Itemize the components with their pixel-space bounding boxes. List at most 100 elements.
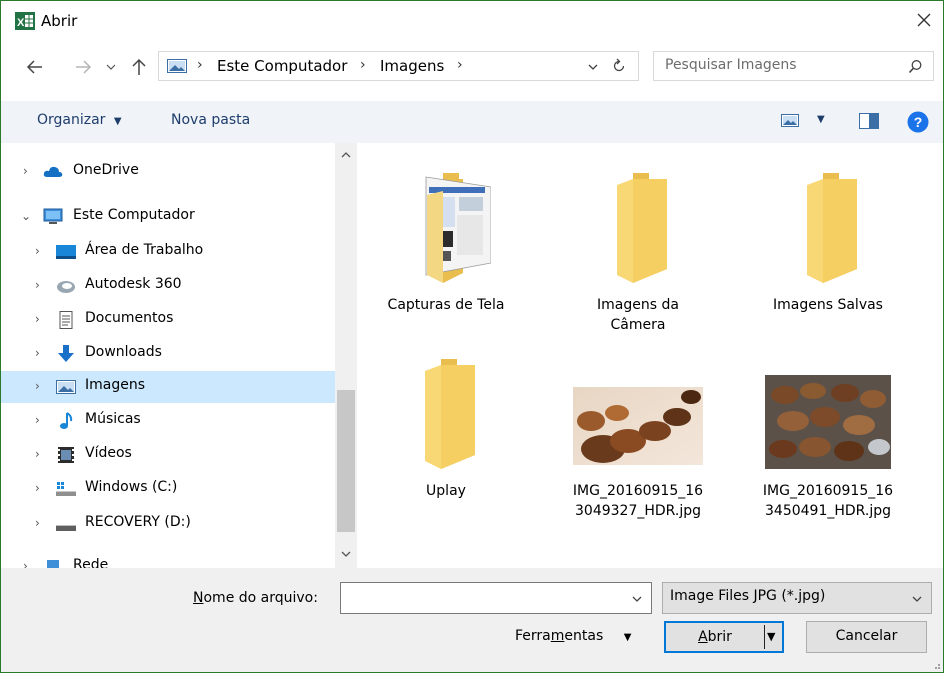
expand-chevron-icon[interactable]: › (35, 481, 47, 495)
item-name-line: IMG_20160915_16 (572, 483, 704, 499)
folder-item[interactable]: Imagens da Câmera (563, 165, 713, 335)
folder-item[interactable]: Uplay (371, 351, 521, 501)
collapse-chevron-icon[interactable]: ⌄ (21, 209, 33, 223)
music-icon (60, 412, 73, 429)
excel-icon: X (15, 12, 35, 30)
new-folder-button[interactable]: Nova pasta (171, 112, 250, 128)
expand-chevron-icon[interactable]: › (23, 559, 35, 568)
scrollbar-thumb[interactable] (337, 390, 355, 532)
tree-label: RECOVERY (D:) (85, 514, 191, 530)
folder-icon (807, 173, 857, 283)
dropdown-arrow-icon: ▼ (113, 116, 122, 127)
item-name-line: 3450491_HDR.jpg (765, 503, 891, 519)
nav-pane-scrollbar[interactable] (335, 143, 357, 568)
recent-chevron-icon[interactable] (105, 57, 117, 77)
breadcrumb-separator: › (457, 57, 463, 73)
tree-label: OneDrive (73, 162, 139, 178)
folder-item[interactable]: Imagens Salvas (753, 165, 903, 315)
view-dropdown-icon[interactable]: ▼ (817, 114, 825, 125)
svg-text:X: X (17, 17, 25, 29)
tree-item-recovery-d[interactable]: › RECOVERY (D:) (1, 508, 335, 540)
tree-label: Área de Trabalho (85, 242, 204, 258)
tree-item-imagens[interactable]: › Imagens (1, 371, 335, 403)
item-name: Imagens Salvas (773, 297, 883, 313)
image-file-item[interactable]: IMG_20160915_16 3450491_HDR.jpg (753, 351, 903, 521)
file-type-select[interactable]: Image Files JPG (*.jpg) (662, 582, 932, 614)
close-icon[interactable] (913, 9, 935, 31)
item-name: IMG_20160915_16 3049327_HDR.jpg (563, 481, 713, 521)
expand-chevron-icon[interactable]: › (35, 346, 47, 360)
tree-item-downloads[interactable]: › Downloads (1, 338, 335, 370)
organize-button[interactable]: Organizar ▼ (37, 112, 122, 128)
scroll-up-icon[interactable] (341, 151, 351, 159)
tree-label: Autodesk 360 (85, 276, 182, 292)
tree-item-videos[interactable]: › Vídeos (1, 439, 335, 471)
cloud-icon (43, 166, 63, 177)
drive-icon (56, 525, 76, 531)
tree-item-este-computador[interactable]: ⌄ Este Computador (1, 201, 335, 233)
svg-text:?: ? (914, 114, 923, 130)
window-title: Abrir (41, 12, 78, 30)
folder-item[interactable]: Capturas de Tela (371, 165, 521, 315)
title-bar: X Abrir (1, 1, 943, 41)
item-name-line: IMG_20160915_16 (762, 483, 894, 499)
tree-item-documentos[interactable]: › Documentos (1, 304, 335, 336)
expand-chevron-icon[interactable]: › (35, 379, 47, 393)
search-icon[interactable] (908, 59, 923, 74)
preview-pane-icon[interactable] (859, 113, 879, 129)
cancel-button[interactable]: Cancelar (806, 621, 927, 653)
tools-button[interactable]: Ferramentas ▼ (515, 628, 631, 644)
refresh-icon[interactable] (611, 58, 627, 74)
view-options-icon[interactable] (781, 114, 801, 128)
tree-item-rede[interactable]: › Rede (1, 551, 335, 568)
computer-icon (43, 208, 63, 224)
item-name: IMG_20160915_16 3450491_HDR.jpg (753, 481, 903, 521)
back-arrow-icon[interactable] (25, 57, 45, 77)
search-placeholder: Pesquisar Imagens (665, 57, 797, 73)
forward-arrow-icon[interactable] (73, 57, 93, 77)
expand-chevron-icon[interactable]: › (23, 164, 35, 178)
file-list: Capturas de Tela Imagens da Câmera Imagen… (359, 143, 943, 568)
item-name: Capturas de Tela (387, 297, 505, 313)
organize-label: Organizar (37, 112, 106, 128)
help-icon[interactable]: ? (907, 111, 929, 133)
expand-chevron-icon[interactable]: › (35, 447, 47, 461)
image-file-item[interactable]: IMG_20160915_16 3049327_HDR.jpg (563, 351, 713, 521)
tree-label: Vídeos (85, 445, 132, 461)
expand-chevron-icon[interactable]: › (35, 244, 47, 258)
tree-label: Músicas (85, 411, 141, 427)
tree-item-onedrive[interactable]: › OneDrive (1, 156, 335, 188)
up-arrow-icon[interactable] (129, 57, 149, 77)
desktop-icon (56, 245, 76, 259)
image-thumbnail (765, 375, 891, 469)
scroll-down-icon[interactable] (341, 550, 351, 558)
network-icon (47, 560, 59, 568)
video-icon (58, 447, 74, 463)
tree-item-musicas[interactable]: › Músicas (1, 405, 335, 437)
expand-chevron-icon[interactable]: › (35, 516, 47, 530)
tree-label: Windows (C:) (85, 479, 178, 495)
expand-chevron-icon[interactable]: › (35, 312, 47, 326)
chevron-down-icon[interactable] (587, 61, 599, 73)
expand-chevron-icon[interactable]: › (35, 413, 47, 427)
filename-input[interactable] (340, 582, 652, 614)
breadcrumb-imagens[interactable]: Imagens (380, 57, 444, 75)
tree-item-area-de-trabalho[interactable]: › Área de Trabalho (1, 236, 335, 268)
image-thumbnail (573, 387, 703, 465)
chevron-down-icon[interactable] (631, 594, 643, 604)
chevron-down-icon[interactable] (911, 594, 923, 604)
tree-item-windows-c[interactable]: › Windows (C:) (1, 473, 335, 505)
breadcrumb-este-computador[interactable]: Este Computador (217, 57, 347, 75)
drive-icon (56, 482, 76, 496)
open-dropdown-icon[interactable]: ▼ (767, 623, 775, 651)
expand-chevron-icon[interactable]: › (35, 278, 47, 292)
address-bar[interactable]: › Este Computador › Imagens › (158, 51, 639, 81)
navigation-pane: › OneDrive ⌄ Este Computador › Área de T… (1, 143, 357, 568)
open-button[interactable]: Abrir ▼ (664, 621, 784, 653)
tree-item-autodesk-360[interactable]: › Autodesk 360 (1, 270, 335, 302)
tree-label: Imagens (85, 377, 146, 393)
search-box[interactable]: Pesquisar Imagens (653, 51, 934, 81)
command-bar: Organizar ▼ Nova pasta ▼ ? (1, 101, 943, 143)
download-icon (58, 345, 74, 362)
resize-grip-icon[interactable] (931, 660, 941, 670)
